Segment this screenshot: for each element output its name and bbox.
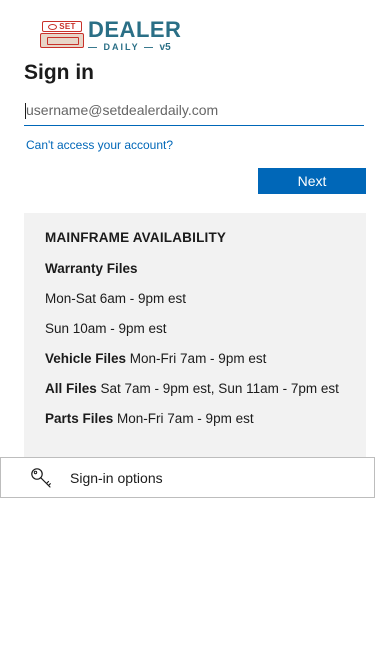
sign-in-options-button[interactable]: Sign-in options — [0, 457, 375, 498]
parts-files-line: Parts Files Mon-Fri 7am - 9pm est — [45, 410, 345, 427]
parts-files-label: Parts Files — [45, 411, 114, 426]
warranty-sunday-hours: Sun 10am - 9pm est — [45, 321, 167, 336]
cant-access-account-link[interactable]: Can't access your account? — [26, 138, 173, 152]
vehicle-files-hours: Mon-Fri 7am - 9pm est — [126, 351, 267, 366]
vehicle-files-line: Vehicle Files Mon-Fri 7am - 9pm est — [45, 350, 345, 367]
warranty-files-label: Warranty Files — [45, 261, 138, 276]
username-input[interactable] — [24, 96, 364, 124]
toyota-ring-icon — [48, 23, 58, 30]
warranty-weekday-hours: Mon-Sat 6am - 9pm est — [45, 291, 187, 306]
logo-brand-top: DEALER — [88, 17, 182, 42]
building-icon — [40, 33, 84, 48]
set-badge-logo: SET — [40, 21, 84, 49]
text-cursor — [25, 103, 26, 119]
all-files-hours: Sat 7am - 9pm est, Sun 11am - 7pm est — [96, 381, 339, 396]
key-icon — [31, 468, 51, 488]
sign-in-options-label: Sign-in options — [70, 470, 163, 486]
availability-title: MAINFRAME AVAILABILITY — [45, 230, 227, 245]
parts-files-hours: Mon-Fri 7am - 9pm est — [113, 411, 254, 426]
mainframe-availability-panel: MAINFRAME AVAILABILITY Warranty Files Mo… — [24, 213, 366, 457]
username-field-wrapper — [24, 96, 364, 126]
all-files-line: All Files Sat 7am - 9pm est, Sun 11am - … — [45, 380, 345, 397]
vehicle-files-label: Vehicle Files — [45, 351, 127, 366]
logo-badge-text: SET — [59, 22, 76, 31]
page-title: Sign in — [24, 61, 94, 84]
logo-brand-bottom: DAILY — [103, 42, 140, 52]
dealer-daily-logo: SET DEALER — DAILY — v5 — [40, 17, 182, 53]
all-files-label: All Files — [45, 381, 97, 396]
logo-version: v5 — [159, 42, 171, 53]
next-button[interactable]: Next — [258, 168, 366, 194]
